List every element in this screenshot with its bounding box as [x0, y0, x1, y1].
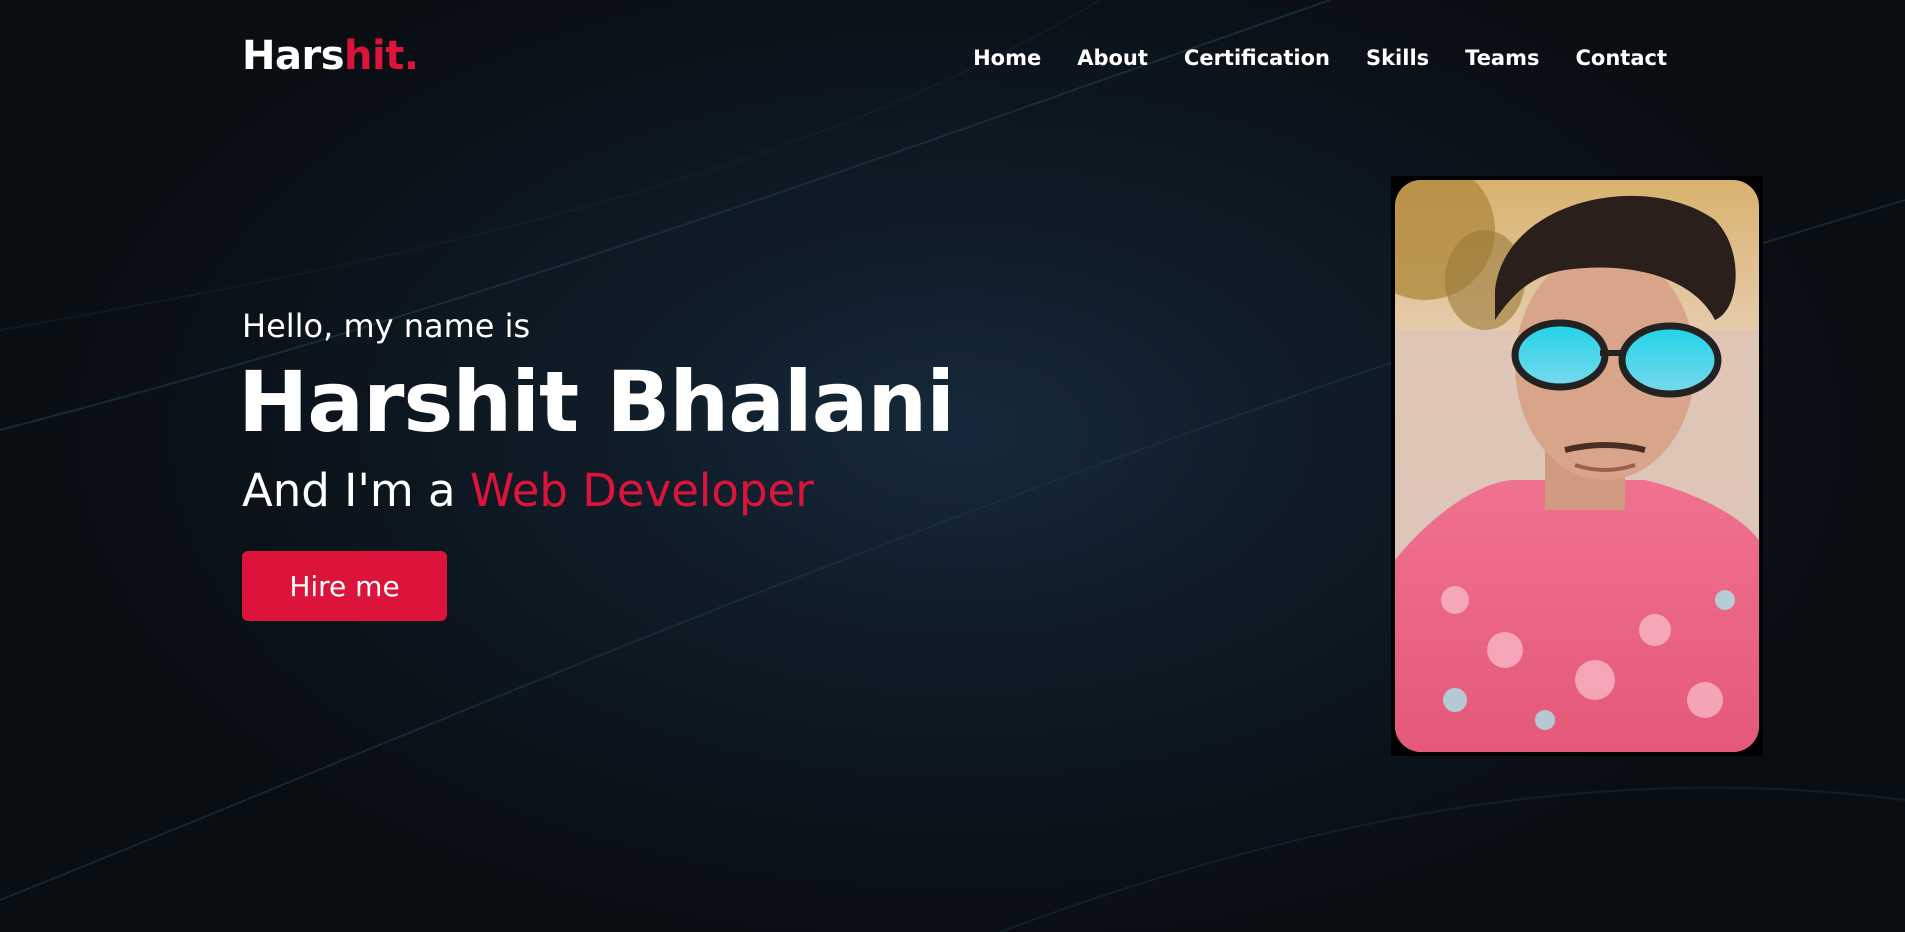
- hero-greeting: Hello, my name is: [242, 307, 531, 345]
- site-logo[interactable]: Harshit.: [242, 36, 419, 76]
- role-accent: Web Developer: [469, 464, 814, 517]
- profile-photo: [1391, 176, 1763, 756]
- nav-contact[interactable]: Contact: [1576, 48, 1668, 69]
- nav-certification[interactable]: Certification: [1184, 48, 1330, 69]
- nav-teams[interactable]: Teams: [1465, 48, 1539, 69]
- hire-me-button[interactable]: Hire me: [242, 551, 447, 621]
- nav-home[interactable]: Home: [973, 48, 1041, 69]
- logo-main: Hars: [242, 33, 345, 79]
- main-nav: Home About Certification Skills Teams Co…: [973, 48, 1667, 69]
- hero-section: Harshit. Home About Certification Skills…: [0, 0, 1905, 932]
- nav-about[interactable]: About: [1077, 48, 1148, 69]
- profile-photo-illustration: [1395, 180, 1759, 752]
- role-prefix: And I'm a: [242, 464, 456, 517]
- nav-skills[interactable]: Skills: [1366, 48, 1429, 69]
- logo-accent: hit.: [344, 33, 419, 79]
- hero-name: Harshit Bhalani: [238, 353, 955, 451]
- hero-role: And I'm a Web Developer: [242, 468, 814, 513]
